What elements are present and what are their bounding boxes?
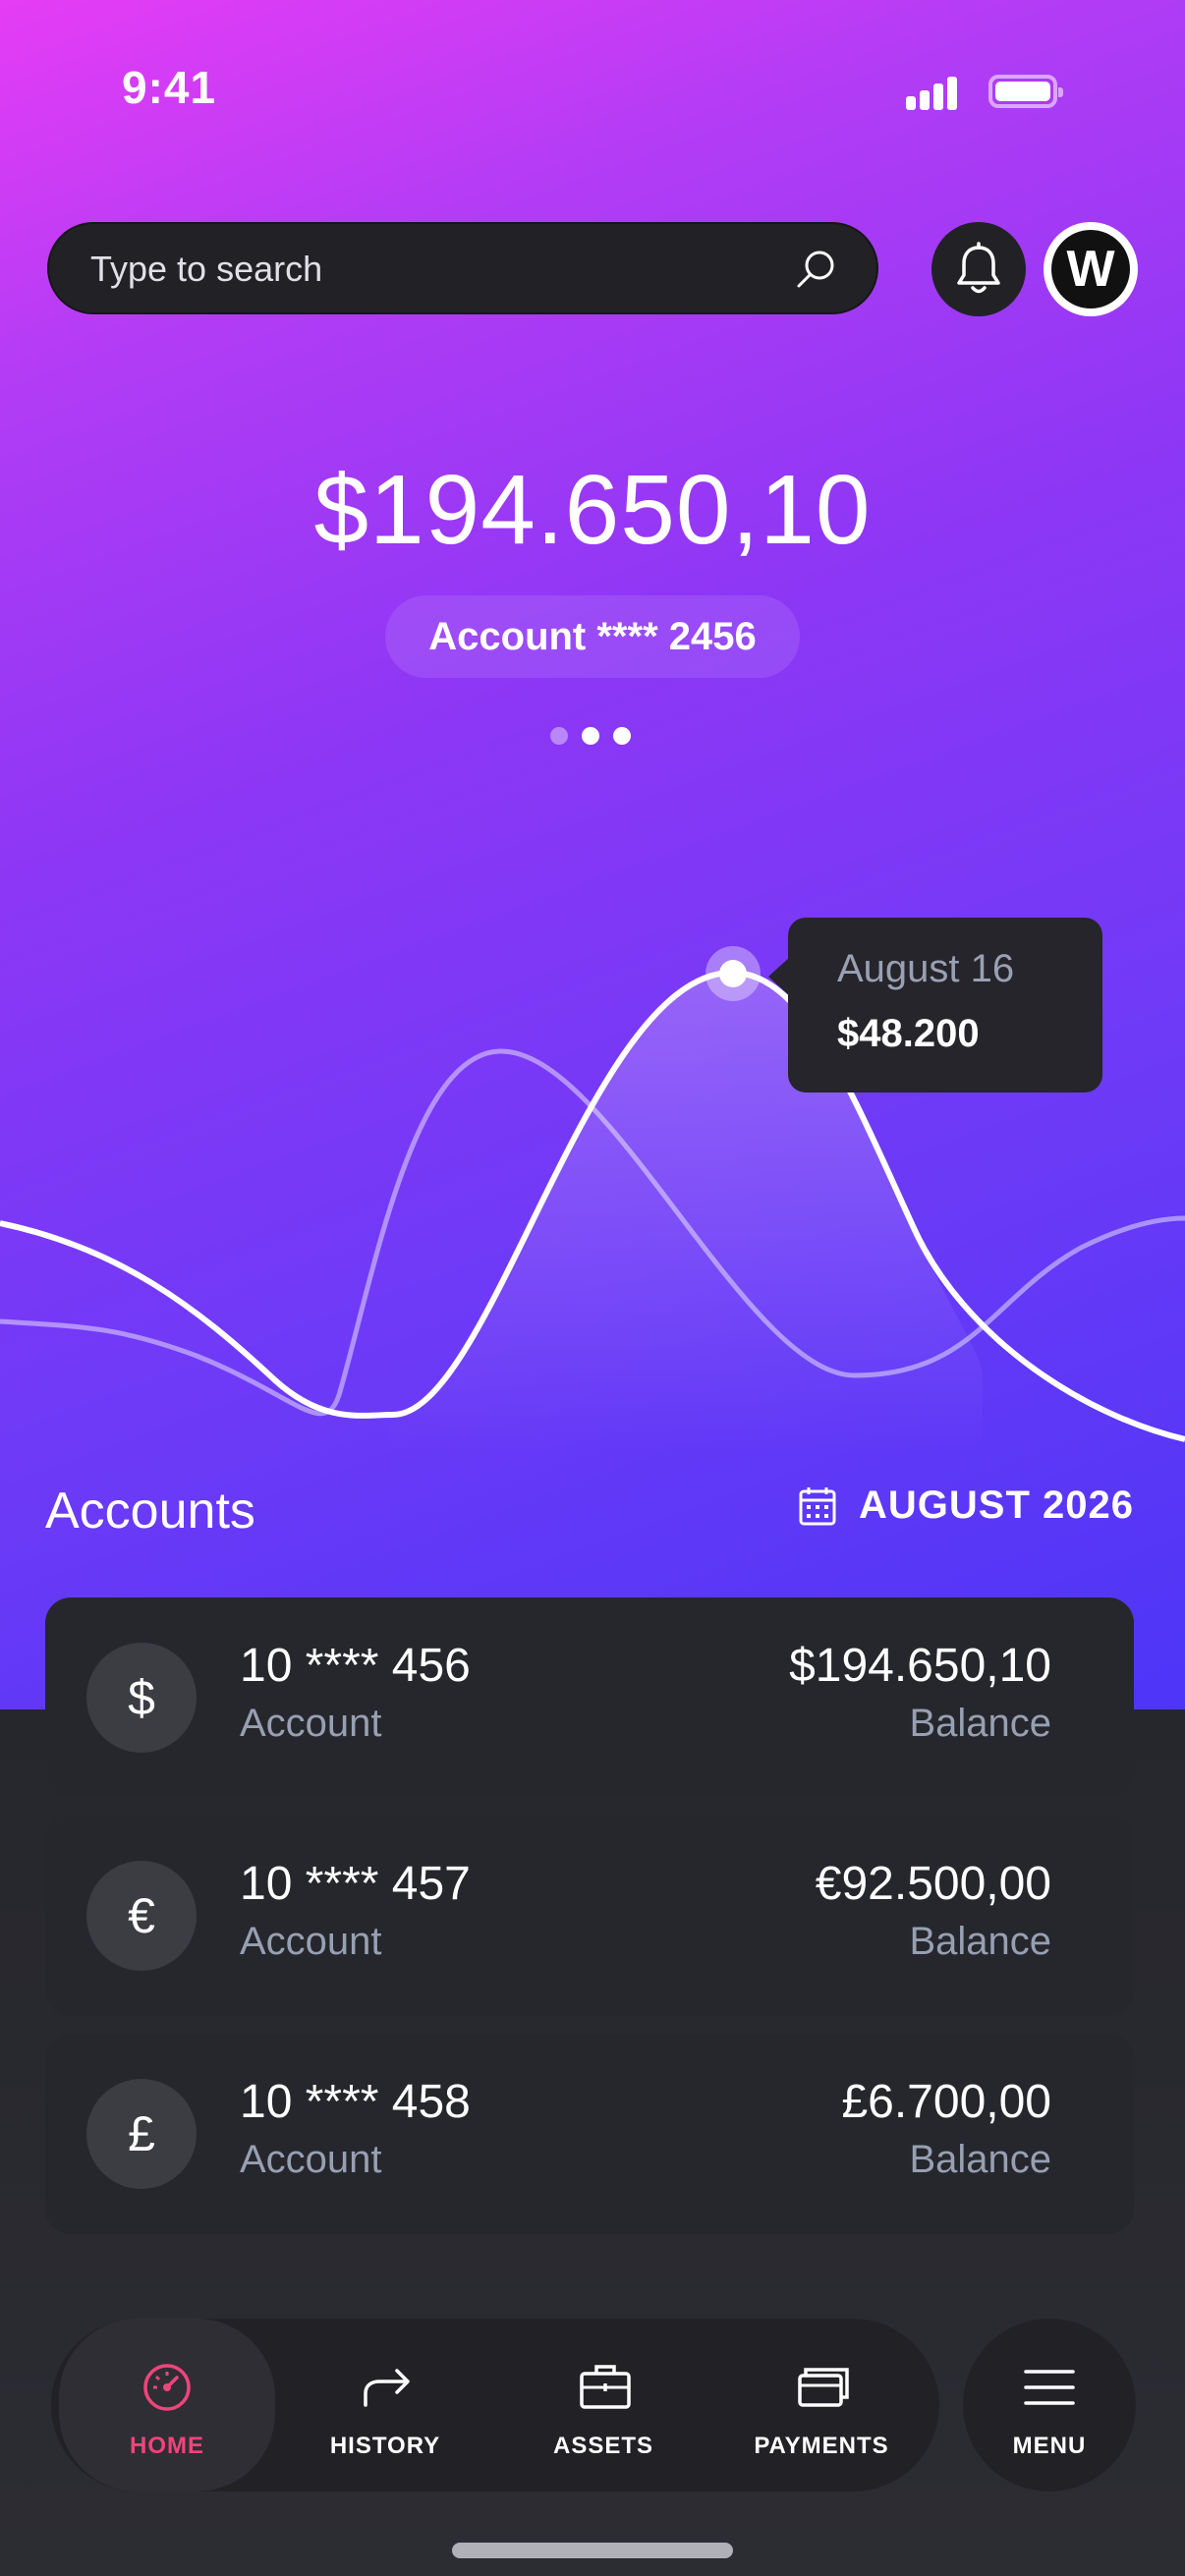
- euro-icon: €: [86, 1861, 197, 1971]
- nav-home[interactable]: HOME: [59, 2319, 275, 2492]
- home-indicator[interactable]: [452, 2543, 733, 2558]
- avatar-initial: W: [1051, 230, 1130, 308]
- account-balance: £6.700,00: [841, 2076, 1051, 2128]
- total-balance: $194.650,10: [313, 455, 872, 565]
- notifications-button[interactable]: [931, 222, 1026, 316]
- nav-label: ASSETS: [552, 2433, 654, 2459]
- hamburger-icon: [1024, 2370, 1075, 2405]
- nav-assets[interactable]: ASSETS: [495, 2319, 711, 2492]
- search-bar[interactable]: [47, 222, 878, 314]
- battery-icon: [988, 75, 1063, 108]
- carousel-indicator[interactable]: [550, 727, 645, 750]
- forward-arrow-icon: [364, 2369, 410, 2407]
- signal-icon: [906, 77, 959, 110]
- balance-label: Balance: [909, 1920, 1051, 1963]
- calendar-icon: [799, 1486, 836, 1525]
- account-card[interactable]: € 10 **** 457 Account €92.500,00 Balance: [45, 1816, 1134, 2016]
- account-number: 10 **** 458: [240, 2076, 471, 2128]
- briefcase-icon: [580, 2365, 631, 2409]
- nav-label: HISTORY: [329, 2433, 441, 2459]
- balance-label: Balance: [909, 2138, 1051, 2181]
- search-icon[interactable]: [794, 248, 837, 291]
- account-number: 10 **** 457: [240, 1858, 471, 1910]
- account-label: Account: [240, 1702, 382, 1745]
- bell-icon: [957, 242, 1000, 294]
- speedometer-icon: [143, 2364, 191, 2411]
- accounts-title: Accounts: [45, 1483, 255, 1540]
- nav-history[interactable]: HISTORY: [277, 2319, 493, 2492]
- balance-label: Balance: [909, 1702, 1051, 1745]
- carousel-dot[interactable]: [582, 727, 599, 745]
- tooltip-date: August 16: [837, 947, 1015, 990]
- period-label: AUGUST 2026: [859, 1484, 1134, 1527]
- account-selector[interactable]: Account **** 2456: [385, 595, 800, 678]
- pound-icon: £: [86, 2079, 197, 2189]
- carousel-dot[interactable]: [613, 727, 631, 745]
- nav-label: PAYMENTS: [754, 2433, 889, 2459]
- account-balance: $194.650,10: [789, 1640, 1051, 1692]
- menu-label: MENU: [1012, 2433, 1087, 2459]
- carousel-dot[interactable]: [550, 727, 568, 745]
- account-label: Account: [240, 2138, 382, 2181]
- avatar[interactable]: W: [1044, 222, 1138, 316]
- nav-label: HOME: [130, 2433, 204, 2459]
- account-card[interactable]: £ 10 **** 458 Account £6.700,00 Balance: [45, 2034, 1134, 2234]
- menu-button[interactable]: MENU: [963, 2319, 1136, 2492]
- dollar-icon: $: [86, 1643, 197, 1753]
- account-balance: €92.500,00: [815, 1858, 1051, 1910]
- tooltip-value: $48.200: [837, 1012, 980, 1055]
- account-number: 10 **** 456: [240, 1640, 471, 1692]
- bottom-nav: HOME HISTORY ASSETS PAYMENTS: [51, 2319, 939, 2492]
- status-time: 9:41: [122, 62, 217, 113]
- account-card[interactable]: $ 10 **** 456 Account $194.650,10 Balanc…: [45, 1597, 1134, 1798]
- nav-payments[interactable]: PAYMENTS: [713, 2319, 930, 2492]
- account-label: Account: [240, 1920, 382, 1963]
- period-selector[interactable]: AUGUST 2026: [798, 1484, 1134, 1528]
- chart-highlight-point[interactable]: [719, 960, 747, 987]
- cards-icon: [798, 2368, 849, 2407]
- chart-tooltip: August 16 $48.200: [768, 918, 1102, 1092]
- search-input[interactable]: [88, 224, 780, 314]
